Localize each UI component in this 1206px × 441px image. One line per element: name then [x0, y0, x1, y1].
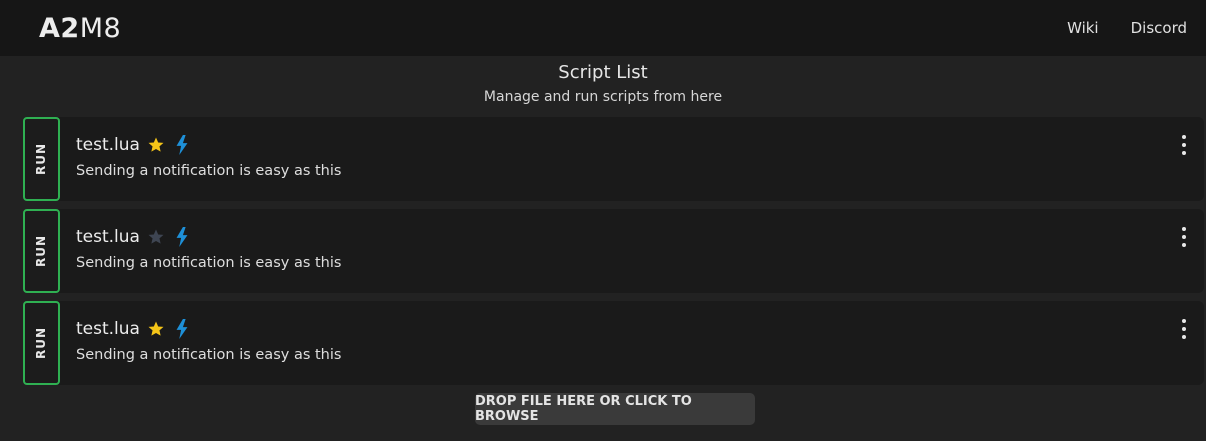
script-description: Sending a notification is easy as this: [76, 347, 342, 363]
top-navbar: A2M8 Wiki Discord: [0, 0, 1206, 56]
bolt-icon[interactable]: [172, 135, 192, 155]
nav-link-discord[interactable]: Discord: [1131, 19, 1187, 37]
script-card: RUN test.lua Sending a notification is e…: [23, 301, 1204, 385]
file-dropzone-button[interactable]: DROP FILE HERE OR CLICK TO BROWSE: [475, 393, 755, 425]
star-icon[interactable]: [146, 319, 166, 339]
nav-link-wiki[interactable]: Wiki: [1067, 19, 1099, 37]
run-button[interactable]: RUN: [23, 117, 60, 201]
more-vertical-icon[interactable]: [1178, 319, 1190, 339]
run-button[interactable]: RUN: [23, 209, 60, 293]
page-title: Script List: [558, 62, 648, 83]
script-description: Sending a notification is easy as this: [76, 163, 342, 179]
script-list: RUN test.lua Sending a notification is e…: [23, 117, 1204, 393]
run-button[interactable]: RUN: [23, 301, 60, 385]
star-icon[interactable]: [146, 227, 166, 247]
script-card: RUN test.lua Sending a notification is e…: [23, 117, 1204, 201]
nav-links: Wiki Discord: [1067, 19, 1187, 37]
script-name: test.lua: [76, 135, 140, 155]
more-vertical-icon[interactable]: [1178, 227, 1190, 247]
script-card: RUN test.lua Sending a notification is e…: [23, 209, 1204, 293]
bolt-icon[interactable]: [172, 227, 192, 247]
app-logo[interactable]: A2M8: [39, 13, 121, 44]
script-name: test.lua: [76, 227, 140, 247]
page-header: Script List Manage and run scripts from …: [0, 56, 1206, 106]
page-subtitle: Manage and run scripts from here: [483, 89, 723, 105]
bolt-icon[interactable]: [172, 319, 192, 339]
script-name: test.lua: [76, 319, 140, 339]
more-vertical-icon[interactable]: [1178, 135, 1190, 155]
star-icon[interactable]: [146, 135, 166, 155]
script-description: Sending a notification is easy as this: [76, 255, 342, 271]
